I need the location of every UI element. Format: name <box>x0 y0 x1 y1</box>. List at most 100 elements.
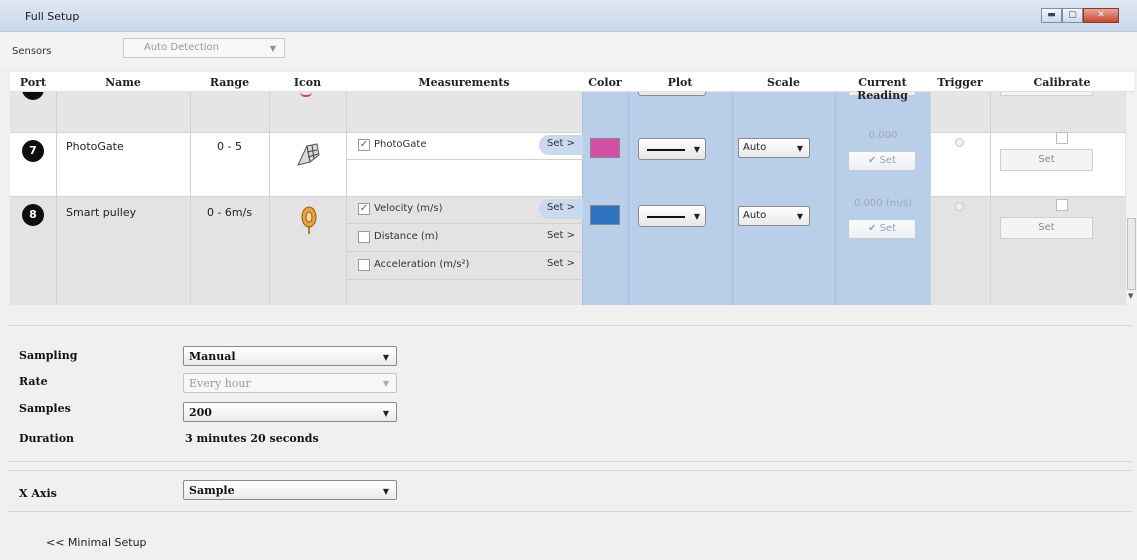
scroll-down-icon[interactable]: ▼ <box>1128 292 1133 300</box>
chevron-down-icon: ▼ <box>382 352 389 362</box>
rate-label: Rate <box>19 375 48 388</box>
measurement-label: Velocity (m/s) <box>374 203 443 214</box>
table-header: Port Name Range Icon Measurements Color … <box>10 72 1134 102</box>
measurement-set-button[interactable]: Set > <box>539 199 583 219</box>
title-bar: Full Setup ▬ ▢ ✕ <box>0 0 1137 32</box>
header-trigger: Trigger <box>937 76 983 89</box>
header-plot: Plot <box>667 76 693 89</box>
port-badge-7: 7 <box>22 140 44 162</box>
calibrate-checkbox[interactable] <box>1056 199 1068 211</box>
measurement-checkbox[interactable]: ✓ <box>358 203 370 215</box>
check-icon: ✔ <box>868 223 880 234</box>
measurement-checkbox[interactable]: ✓ <box>358 139 370 151</box>
line-style-icon <box>647 149 685 151</box>
plot-line-select[interactable]: ▼ <box>638 205 706 227</box>
header-current-reading: Current Reading <box>857 76 908 102</box>
measurement-checkbox[interactable] <box>358 231 370 243</box>
sensor-range: 0 - 5 <box>217 140 242 153</box>
measurement-set-button[interactable]: Set > <box>539 255 583 275</box>
sampling-panel: Sampling Manual ▼ Rate Every hour ▼ Samp… <box>8 325 1133 462</box>
measurement-set-button[interactable]: Set > <box>539 227 583 247</box>
current-reading: 0.000 <box>868 130 898 141</box>
sensor-name: PhotoGate <box>66 140 124 153</box>
col-divider <box>835 72 836 305</box>
sensors-label: Sensors <box>12 46 52 57</box>
header-name: Name <box>105 76 141 89</box>
rate-dropdown[interactable]: Every hour ▼ <box>183 373 397 393</box>
reading-set-button[interactable]: ✔ Set <box>848 151 916 171</box>
measurement-row: Distance (m) Set > <box>347 224 583 252</box>
calibrate-set-button[interactable]: Set <box>1000 149 1093 171</box>
sensor-detection-value: Auto Detection <box>144 42 219 53</box>
measurement-set-button[interactable]: Set > <box>539 135 583 155</box>
chevron-down-icon: ▼ <box>382 486 389 496</box>
x-axis-value: Sample <box>189 484 235 497</box>
col-divider <box>732 72 733 305</box>
sampling-label: Sampling <box>19 349 78 362</box>
sensor-detection-dropdown[interactable]: Auto Detection ▼ <box>123 38 285 58</box>
measurement-row: Acceleration (m/s²) Set > <box>347 252 583 280</box>
sensor-name: Smart pulley <box>66 206 137 219</box>
table-row-partial <box>10 92 1134 132</box>
measurement-label: PhotoGate <box>374 139 427 150</box>
maximize-button[interactable]: ▢ <box>1062 8 1083 23</box>
plot-settings-band <box>582 72 930 305</box>
measurement-checkbox[interactable] <box>358 259 370 271</box>
table-scrollbar[interactable]: ▲ ▼ <box>1125 72 1137 305</box>
trigger-radio[interactable] <box>955 202 964 211</box>
window-controls: ▬ ▢ ✕ <box>1041 8 1119 23</box>
trigger-radio[interactable] <box>955 138 964 147</box>
minimize-button[interactable]: ▬ <box>1041 8 1062 23</box>
header-icon: Icon <box>293 76 322 89</box>
x-axis-label: X Axis <box>19 487 57 500</box>
sensor-table: Port Name Range Icon Measurements Color … <box>10 72 1134 305</box>
sampling-dropdown[interactable]: Manual ▼ <box>183 346 397 366</box>
minimal-setup-link[interactable]: << Minimal Setup <box>46 536 147 549</box>
header-color: Color <box>588 76 622 89</box>
color-swatch[interactable] <box>590 205 620 225</box>
color-swatch[interactable] <box>590 138 620 158</box>
samples-dropdown[interactable]: 200 ▼ <box>183 402 397 422</box>
measurement-row: ✓ Velocity (m/s) Set > <box>347 196 583 224</box>
col-divider <box>190 72 191 305</box>
reading-set-button[interactable]: ✔ Set <box>848 219 916 239</box>
scale-select[interactable]: Auto ▼ <box>738 138 810 158</box>
col-divider <box>628 72 629 305</box>
current-reading: 0.000 (m/s) <box>854 198 912 209</box>
scale-select[interactable]: Auto ▼ <box>738 206 810 226</box>
chevron-down-icon: ▼ <box>693 145 700 154</box>
header-measurements: Measurements <box>418 76 510 89</box>
sensor-range: 0 - 6m/s <box>206 206 253 219</box>
plot-line-select[interactable]: ▼ <box>638 138 706 160</box>
chevron-down-icon: ▼ <box>796 212 803 221</box>
scale-value: Auto <box>743 142 767 153</box>
calibrate-checkbox[interactable] <box>1056 132 1068 144</box>
scrollbar-thumb[interactable] <box>1127 218 1136 290</box>
samples-label: Samples <box>19 402 71 415</box>
measurement-label: Distance (m) <box>374 231 439 242</box>
x-axis-dropdown[interactable]: Sample ▼ <box>183 480 397 500</box>
header-calibrate: Calibrate <box>1033 76 1091 89</box>
check-icon: ✔ <box>868 155 880 166</box>
chevron-down-icon: ▼ <box>269 44 276 53</box>
photogate-sensor-icon <box>293 138 323 168</box>
duration-label: Duration <box>19 432 75 445</box>
close-button[interactable]: ✕ <box>1083 8 1119 23</box>
col-divider <box>930 72 931 305</box>
smart-pulley-icon <box>298 204 320 236</box>
col-divider <box>990 72 991 305</box>
reading-set-label: Set <box>879 223 896 234</box>
header-range: Range <box>209 76 250 89</box>
scale-value: Auto <box>743 210 767 221</box>
header-port: Port <box>19 76 47 89</box>
window-title: Full Setup <box>25 10 80 23</box>
chevron-down-icon: ▼ <box>796 144 803 153</box>
duration-value: 3 minutes 20 seconds <box>185 432 319 445</box>
calibrate-set-button[interactable]: Set <box>1000 217 1093 239</box>
x-axis-panel: X Axis Sample ▼ <box>8 470 1133 512</box>
header-scale: Scale <box>767 76 800 89</box>
col-divider <box>269 72 270 305</box>
chevron-down-icon: ▼ <box>382 379 389 388</box>
rate-value: Every hour <box>189 377 251 390</box>
measurement-row: ✓ PhotoGate Set > <box>347 132 583 160</box>
